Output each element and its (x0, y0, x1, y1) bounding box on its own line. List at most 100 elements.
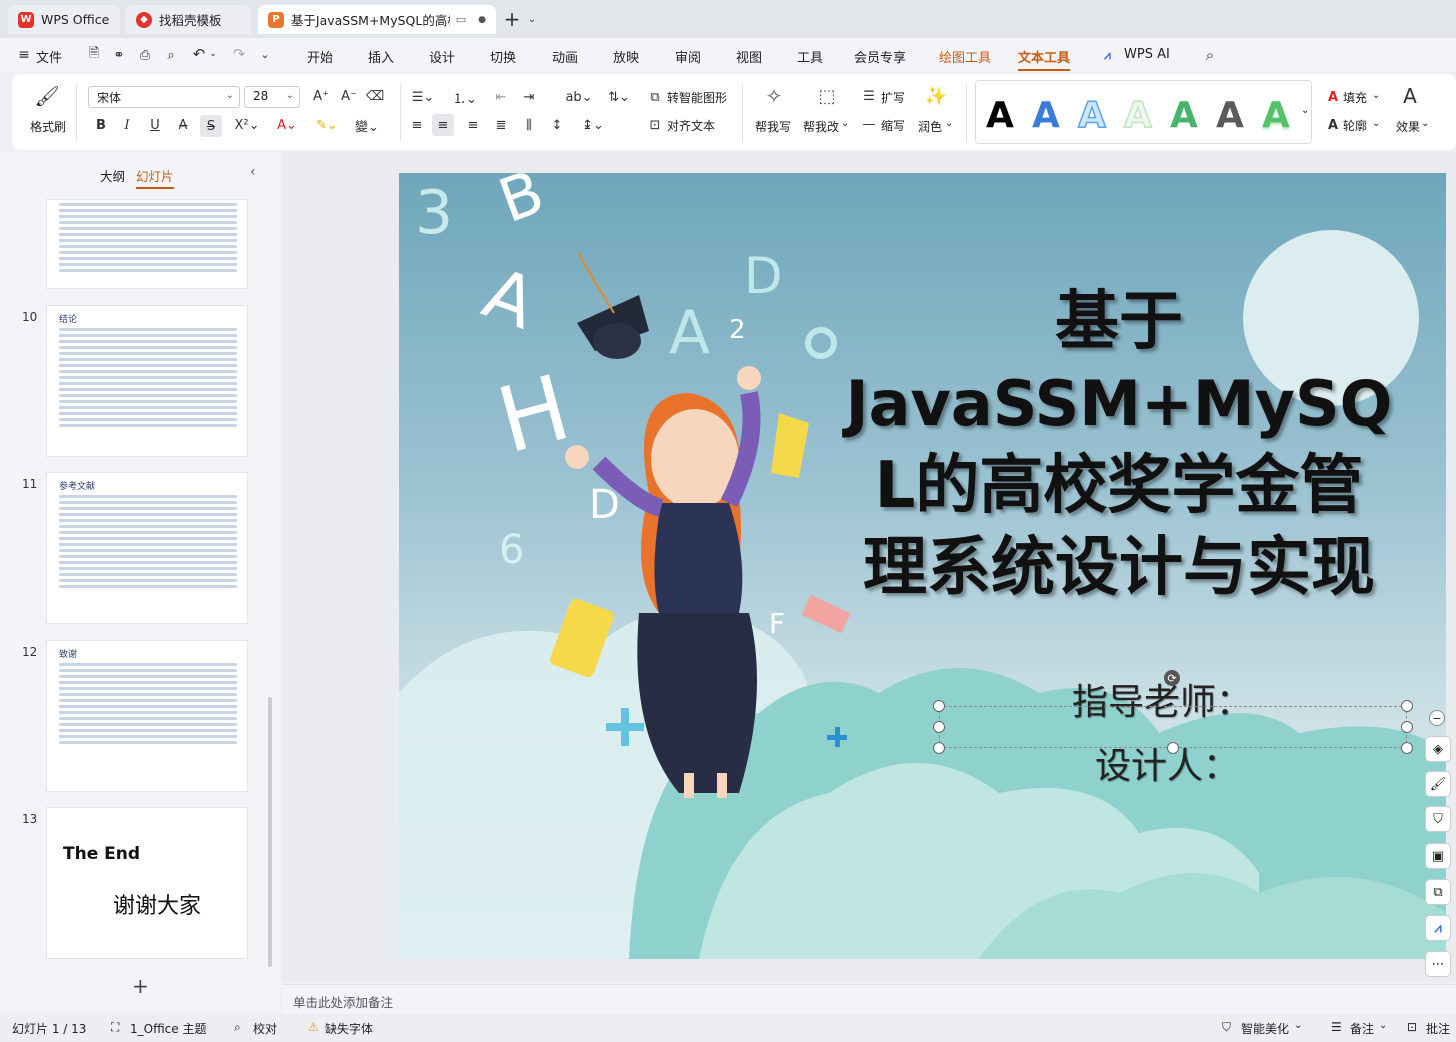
format-painter-label[interactable]: 格式刷 (30, 118, 66, 135)
text-direction-icon[interactable]: ab⌄ (565, 88, 593, 106)
tab-docer[interactable]: ◆ 找稻壳模板 (126, 5, 251, 34)
menu-drawing-tools[interactable]: 绘图工具 (939, 47, 991, 66)
slide-thumbnail-9[interactable] (46, 199, 248, 289)
layers-icon[interactable]: ◈ (1425, 736, 1451, 762)
bullet-list-icon[interactable]: ☰⌄ (410, 88, 436, 106)
add-slide-button[interactable]: + (132, 974, 149, 998)
wordart-style-4[interactable]: A (1123, 94, 1152, 137)
tab-outline[interactable]: 大纲 (100, 166, 125, 185)
bold-icon[interactable]: B (92, 116, 110, 134)
link-icon[interactable]: ⚭ (110, 46, 128, 64)
search-icon[interactable]: ⌕ (1201, 46, 1219, 64)
shrink-button[interactable]: 缩写 (881, 117, 905, 134)
chevron-down-icon[interactable]: ⌄ (526, 11, 538, 27)
menu-review[interactable]: 审阅 (675, 47, 701, 66)
menu-tools[interactable]: 工具 (797, 47, 823, 66)
scrollbar[interactable] (268, 697, 272, 967)
resize-handle[interactable] (1167, 742, 1179, 754)
slides-icon[interactable]: ⧉ (1425, 879, 1451, 905)
tab-slides[interactable]: 幻灯片 (136, 166, 174, 189)
menu-start[interactable]: 开始 (307, 47, 333, 66)
wordart-style-2[interactable]: A (1032, 95, 1060, 136)
frame-icon[interactable]: ▣ (1425, 843, 1451, 869)
strikethrough-icon[interactable]: S (200, 115, 222, 137)
brush-icon[interactable]: 🖌 (1425, 771, 1451, 797)
polish-button[interactable]: 润色 (918, 118, 942, 135)
beautify-button[interactable]: 智能美化 (1241, 1020, 1289, 1037)
slide-thumbnail-12[interactable]: 致谢 (46, 640, 248, 792)
redo-icon[interactable]: ↷ (230, 45, 248, 63)
italic-icon[interactable]: I (118, 116, 136, 134)
wordart-style-3[interactable]: A (1077, 94, 1106, 137)
clear-format-icon[interactable]: ⌫ (366, 87, 384, 105)
chevron-down-icon[interactable]: ⌄ (208, 47, 218, 61)
collapse-pane-icon[interactable]: ‹ (250, 164, 256, 180)
slide-title[interactable]: 基于 JavaSSM+MySQ L的高校奖学金管 理系统设计与实现 (804, 281, 1434, 609)
menu-transition[interactable]: 切换 (490, 47, 516, 66)
resize-handle[interactable] (933, 721, 945, 733)
sort-icon[interactable]: ⇅⌄ (605, 88, 633, 106)
ai-write-icon[interactable]: ✧ (762, 84, 786, 108)
fill-icon[interactable]: A (1325, 88, 1341, 106)
collapse-toolbar-icon[interactable]: − (1429, 710, 1445, 726)
more-icon[interactable]: ⋯ (1425, 951, 1451, 977)
save-icon[interactable]: 🗎 (85, 46, 103, 64)
underline-icon[interactable]: U (146, 116, 164, 134)
resize-handle[interactable] (933, 742, 945, 754)
effect-icon[interactable]: A (1398, 84, 1422, 108)
wps-ai-icon[interactable]: ⩘ (1425, 915, 1451, 941)
slide-thumbnail-10[interactable]: 结论 (46, 305, 248, 457)
menu-member[interactable]: 会员专享 (854, 47, 906, 66)
font-size-select[interactable]: 28 ⌄ (244, 86, 300, 108)
menu-animation[interactable]: 动画 (552, 47, 578, 66)
undo-icon[interactable]: ↶ (190, 45, 208, 63)
outline-button[interactable]: 轮廓 (1343, 117, 1367, 134)
missing-font-button[interactable]: 缺失字体 (325, 1020, 373, 1037)
text-effects-icon[interactable]: 變⌄ (350, 116, 384, 135)
highlight-icon[interactable]: ✎⌄ (312, 116, 342, 134)
resize-handle[interactable] (933, 700, 945, 712)
smart-shape-button[interactable]: 转智能图形 (667, 89, 727, 106)
fill-button[interactable]: 填充 (1343, 89, 1367, 106)
new-tab-icon[interactable]: + (502, 7, 522, 31)
wordart-style-1[interactable]: A (986, 95, 1014, 136)
resize-handle[interactable] (1401, 742, 1413, 754)
gallery-more-icon[interactable]: ⌄ (1301, 105, 1309, 116)
chevron-down-icon[interactable]: ⌄ (258, 47, 272, 61)
help-edit-button[interactable]: 帮我改 (803, 118, 839, 135)
distributed-icon[interactable]: ⫼ (520, 116, 538, 134)
menu-file[interactable]: 文件 (36, 47, 62, 66)
menu-text-tools[interactable]: 文本工具 (1018, 47, 1071, 71)
comments-button[interactable]: 批注 (1426, 1020, 1450, 1037)
increase-font-icon[interactable]: A⁺ (312, 87, 330, 105)
strikethrough-A-icon[interactable]: A̶ (174, 116, 192, 134)
align-right-icon[interactable]: ≡ (464, 116, 482, 134)
proofread-button[interactable]: 校对 (253, 1020, 277, 1037)
tab-document[interactable]: P 基于JavaSSM+MySQL的高校 ▭ ● (258, 5, 496, 34)
smart-shape-icon[interactable]: ⧉ (646, 88, 664, 106)
line-spacing-icon[interactable]: ↕ (548, 116, 566, 134)
wordart-style-5[interactable]: A (1170, 95, 1198, 136)
polish-icon[interactable]: ✨ (924, 84, 948, 108)
align-center-icon[interactable]: ≡ (432, 114, 454, 136)
menu-wps-ai[interactable]: WPS AI (1124, 47, 1170, 62)
menu-view[interactable]: 视图 (736, 47, 762, 66)
hamburger-icon[interactable]: ≡ (16, 47, 32, 63)
print-icon[interactable]: ⎙ (136, 46, 154, 64)
menu-insert[interactable]: 插入 (368, 47, 394, 66)
effect-button[interactable]: 效果 (1396, 118, 1420, 135)
unsaved-dot-icon[interactable]: ● (478, 15, 486, 25)
menu-slideshow[interactable]: 放映 (613, 47, 639, 66)
align-text-button[interactable]: 对齐文本 (667, 117, 715, 134)
print-preview-icon[interactable]: ⌕ (162, 46, 180, 64)
decrease-font-icon[interactable]: A⁻ (340, 87, 358, 105)
tab-wps-office[interactable]: W WPS Office (8, 5, 120, 34)
notes-button[interactable]: 备注 (1350, 1020, 1374, 1037)
theme-name[interactable]: 1_Office 主题 (130, 1020, 206, 1037)
help-write-button[interactable]: 帮我写 (755, 118, 791, 135)
decrease-indent-icon[interactable]: ⇤ (492, 88, 510, 106)
format-painter-icon[interactable]: 🖌 (34, 84, 59, 108)
rotate-handle-icon[interactable]: ⟳ (1164, 670, 1180, 686)
superscript-icon[interactable]: X²⌄ (232, 116, 262, 134)
expand-button[interactable]: 扩写 (881, 89, 905, 106)
